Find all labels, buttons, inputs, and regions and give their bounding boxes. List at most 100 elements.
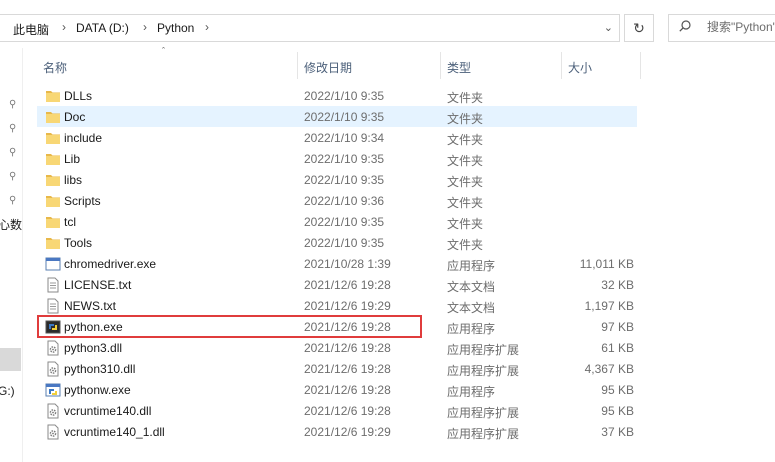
folder-icon [45,151,61,167]
file-modified-date: 2021/12/6 19:28 [304,278,391,292]
search-box[interactable] [668,14,775,42]
file-row[interactable]: Lib 2022/1/10 9:35 文件夹 [37,148,637,169]
file-name: LICENSE.txt [64,278,132,292]
file-modified-date: 2021/12/6 19:29 [304,425,391,439]
file-type: 文件夹 [447,175,484,189]
file-size: 1,197 KB [584,299,634,313]
folder-icon [45,88,61,104]
column-header-date[interactable]: 修改日期 [298,52,440,79]
file-type: 应用程序扩展 [447,343,520,357]
nav-item-label[interactable]: G:) [0,384,23,398]
file-type: 文件夹 [447,196,484,210]
file-row[interactable]: vcruntime140.dll 2021/12/6 19:28 应用程序扩展 95 … [37,400,637,421]
file-type: 应用程序扩展 [447,364,520,378]
file-type: 应用程序 [447,322,496,336]
refresh-button[interactable]: ↻ [624,14,654,42]
dll-gear-icon [45,403,61,419]
chevron-down-icon[interactable]: ⌄ [604,21,613,34]
pin-icon[interactable]: ⚲ [9,124,19,134]
file-name: python3.dll [64,341,123,355]
file-size: 97 KB [601,320,634,334]
dll-gear-icon [45,424,61,440]
file-modified-date: 2021/12/6 19:28 [304,383,391,397]
breadcrumb-separator[interactable]: › [62,20,66,34]
pin-icon[interactable]: ⚲ [9,196,19,206]
dll-gear-icon [45,340,61,356]
file-modified-date: 2021/12/6 19:29 [304,299,391,313]
file-size: 61 KB [601,341,634,355]
file-size: 95 KB [601,383,634,397]
file-size: 37 KB [601,425,634,439]
search-icon [679,20,691,32]
file-row[interactable]: libs 2022/1/10 9:35 文件夹 [37,169,637,190]
file-modified-date: 2022/1/10 9:35 [304,110,385,124]
file-row[interactable]: Scripts 2022/1/10 9:36 文件夹 [37,190,637,211]
address-bar[interactable]: 此电脑 › DATA (D:) › Python › ⌄ [0,14,620,42]
file-row[interactable]: include 2022/1/10 9:34 文件夹 [37,127,637,148]
breadcrumb-data-drive[interactable]: DATA (D:) [76,21,129,35]
file-name: tcl [64,215,76,229]
file-name: Tools [64,236,93,250]
file-type: 文件夹 [447,112,484,126]
file-modified-date: 2022/1/10 9:35 [304,215,385,229]
pane-splitter[interactable] [22,48,23,462]
file-row[interactable]: pythonw.exe 2021/12/6 19:28 应用程序 95 KB [37,379,637,400]
file-row[interactable]: DLLs 2022/1/10 9:35 文件夹 [37,85,637,106]
text-file-icon [45,298,61,314]
file-modified-date: 2021/10/28 1:39 [304,257,391,271]
pin-icon[interactable]: ⚲ [9,100,19,110]
file-type: 应用程序扩展 [447,406,520,420]
breadcrumb-separator[interactable]: › [205,20,209,34]
folder-icon [45,193,61,209]
file-name: Doc [64,110,86,124]
file-type: 文件夹 [447,238,484,252]
file-name: NEWS.txt [64,299,117,313]
pin-icon[interactable]: ⚲ [9,172,19,182]
file-row[interactable]: chromedriver.exe 2021/10/28 1:39 应用程序 11,01… [37,253,637,274]
column-header-size[interactable]: 大小 [562,52,640,79]
navigation-pane: ⚲ ⚲ ⚲ ⚲ ⚲ 心数 G:) [0,48,23,462]
column-header-name[interactable]: 名称 [37,52,297,79]
file-row[interactable]: vcruntime140_1.dll 2021/12/6 19:29 应用程序扩展 3… [37,421,637,442]
column-divider[interactable] [640,52,641,79]
file-type: 文件夹 [447,91,484,105]
file-modified-date: 2022/1/10 9:35 [304,89,385,103]
file-row[interactable]: NEWS.txt 2021/12/6 19:29 文本文档 1,197 KB [37,295,637,316]
pin-icon[interactable]: ⚲ [9,148,19,158]
folder-icon [45,172,61,188]
file-type: 应用程序扩展 [447,427,520,441]
file-modified-date: 2021/12/6 19:28 [304,404,391,418]
file-modified-date: 2022/1/10 9:35 [304,173,385,187]
file-type: 文件夹 [447,154,484,168]
breadcrumb-separator[interactable]: › [143,20,147,34]
folder-icon [45,214,61,230]
file-type: 文本文档 [447,301,496,315]
file-row[interactable]: python310.dll 2021/12/6 19:28 应用程序扩展 4,367 … [37,358,637,379]
column-header-type[interactable]: 类型 [441,52,561,79]
file-type: 应用程序 [447,259,496,273]
file-row[interactable]: Tools 2022/1/10 9:35 文件夹 [37,232,637,253]
nav-item-selected[interactable] [0,348,21,371]
file-size: 32 KB [601,278,634,292]
file-modified-date: 2021/12/6 19:28 [304,362,391,376]
file-name: python310.dll [64,362,136,376]
file-row[interactable]: python3.dll 2021/12/6 19:28 应用程序扩展 61 KB [37,337,637,358]
breadcrumb-this-pc[interactable]: 此电脑 [13,21,49,38]
file-row[interactable]: tcl 2022/1/10 9:35 文件夹 [37,211,637,232]
file-type: 文件夹 [447,217,484,231]
file-modified-date: 2022/1/10 9:35 [304,152,385,166]
file-size: 11,011 KB [579,257,634,271]
file-row[interactable]: LICENSE.txt 2021/12/6 19:28 文本文档 32 KB [37,274,637,295]
vertical-scrollbar[interactable] [766,48,775,462]
file-name: vcruntime140.dll [64,404,152,418]
file-size: 95 KB [601,404,634,418]
breadcrumb-python[interactable]: Python [157,21,194,35]
file-size: 4,367 KB [584,362,634,376]
file-modified-date: 2022/1/10 9:34 [304,131,385,145]
file-name: pythonw.exe [64,383,131,397]
file-name: chromedriver.exe [64,257,157,271]
nav-item-label[interactable]: 心数 [0,216,23,233]
folder-icon [45,235,61,251]
search-input[interactable] [707,20,775,34]
file-row[interactable]: Doc 2022/1/10 9:35 文件夹 [37,106,637,127]
